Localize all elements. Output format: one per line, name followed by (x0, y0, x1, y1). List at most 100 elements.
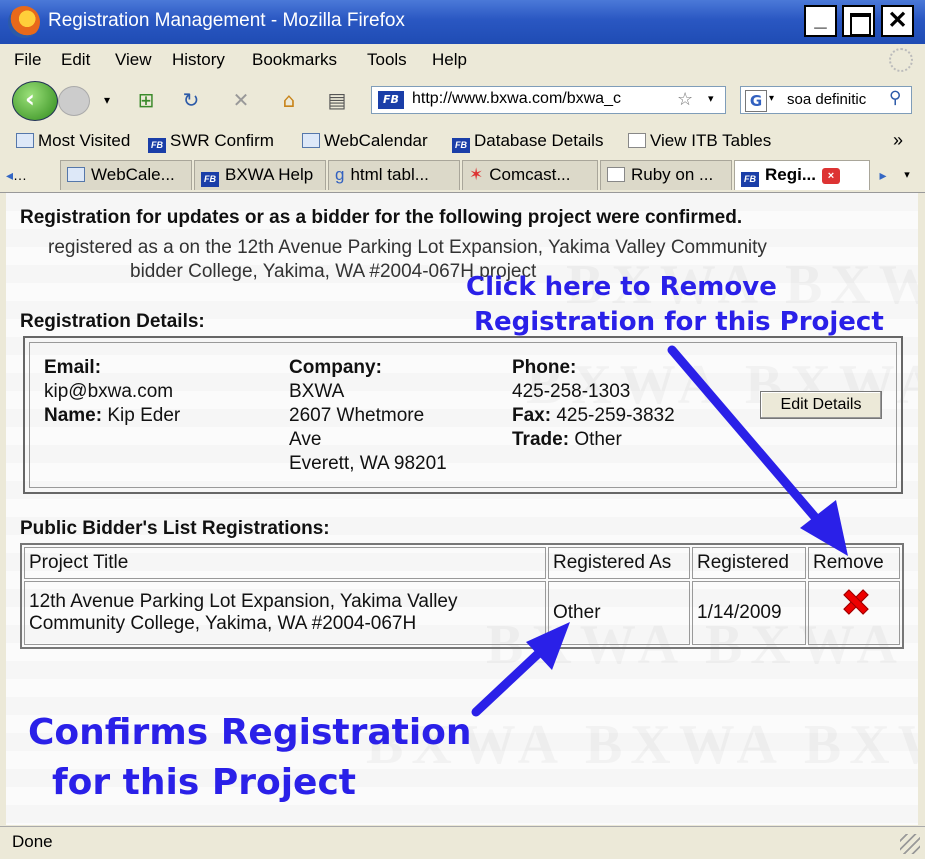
site-favicon-icon: FB (378, 91, 404, 109)
folder-icon (16, 133, 34, 148)
address-bar[interactable]: FB http://www.bxwa.com/bxwa_c ☆ ▾ (371, 86, 726, 114)
bookmark-webcalendar[interactable]: WebCalendar (302, 131, 428, 151)
tab-label: WebCale... (91, 165, 175, 184)
cell-project-title: 12th Avenue Parking Lot Expansion, Yakim… (24, 581, 546, 645)
search-engine-icon[interactable]: G (745, 90, 767, 112)
stop-icon[interactable]: ✕ (228, 88, 254, 112)
tab-scroll-left-icon[interactable]: ◂ (6, 167, 13, 183)
bookmark-label: Database Details (474, 131, 604, 150)
close-window-button[interactable]: ✕ (881, 5, 914, 37)
address-line2: Ave (289, 429, 322, 450)
label-text: Company: (289, 357, 382, 378)
bookmark-view-itb-tables[interactable]: View ITB Tables (628, 131, 771, 151)
new-tab-icon[interactable]: ⊞ (133, 88, 159, 112)
phone-label: Phone: (512, 357, 576, 379)
bookmark-most-visited[interactable]: Most Visited (16, 131, 130, 151)
home-icon[interactable]: ⌂ (276, 88, 302, 112)
tab-list-dropdown-icon[interactable]: ▾ (896, 160, 918, 190)
google-icon: g (335, 165, 345, 184)
tab-bar: ◂… WebCale... FB BXWA Help g html tabl... … (0, 158, 925, 193)
company-label: Company: (289, 357, 382, 379)
back-button[interactable]: ‹ (12, 81, 58, 121)
tab-scroll-right-icon[interactable]: ▸ (872, 160, 894, 190)
status-bar: Done (0, 826, 925, 859)
fb-favicon-icon: FB (452, 138, 470, 153)
page-heading: Registration for updates or as a bidder … (20, 207, 743, 228)
tab-close-icon[interactable]: × (822, 168, 841, 184)
phone-value: 425-258-1303 (512, 381, 631, 402)
tab-bxwa-help[interactable]: FB BXWA Help (194, 160, 326, 190)
fb-favicon-icon: FB (741, 172, 759, 187)
resize-grip-icon[interactable] (900, 834, 920, 854)
name-value: Kip Eder (107, 405, 181, 426)
menu-file[interactable]: File (14, 50, 41, 70)
browser-window: Registration Management - Mozilla Firefo… (0, 0, 925, 859)
fax-field: Fax: 425-259-3832 (512, 405, 675, 427)
tab-first[interactable]: ◂… (6, 160, 58, 190)
registration-details-label: Registration Details: (20, 311, 205, 332)
cell-registered-as: Other (548, 581, 690, 645)
search-engine-dropdown-icon[interactable]: ▾ (769, 93, 774, 104)
registrations-table: Project Title Registered As Registered R… (20, 543, 904, 649)
menu-edit[interactable]: Edit (61, 50, 90, 70)
label-text: Fax: (512, 405, 552, 426)
print-icon[interactable]: ▤ (324, 88, 350, 112)
comcast-icon: ✶ (469, 165, 484, 184)
label-text: Trade: (512, 429, 570, 450)
tab-comcast[interactable]: ✶ Comcast... (462, 160, 598, 190)
tab-registration[interactable]: FB Regi... × (734, 160, 870, 190)
tab-webcalendar[interactable]: WebCale... (60, 160, 192, 190)
bookmark-star-icon[interactable]: ☆ (677, 89, 693, 110)
forward-button[interactable] (58, 86, 90, 116)
search-bar[interactable]: G ▾ soa definitic ⚲ (740, 86, 912, 114)
fb-favicon-icon: FB (148, 138, 166, 153)
company-value: BXWA (289, 381, 345, 402)
menu-tools[interactable]: Tools (367, 50, 407, 70)
name-field: Name: Kip Eder (44, 405, 180, 427)
annotation-confirm-line1: Confirms Registration (28, 712, 472, 753)
throbber-icon (889, 48, 913, 72)
search-input[interactable]: soa definitic (787, 91, 887, 108)
bookmark-database-details[interactable]: FB Database Details (452, 131, 603, 153)
label-text: Name: (44, 405, 103, 426)
maximize-icon (850, 13, 871, 36)
edit-details-button[interactable]: Edit Details (760, 391, 882, 419)
url-dropdown-icon[interactable]: ▾ (708, 92, 714, 105)
reload-icon[interactable]: ↻ (178, 88, 204, 112)
menu-history[interactable]: History (172, 50, 225, 70)
maximize-button[interactable] (842, 5, 875, 37)
minimize-button[interactable]: _ (804, 5, 837, 37)
header-remove: Remove (808, 547, 900, 579)
bookmark-label: SWR Confirm (170, 131, 274, 150)
page-icon (607, 167, 625, 182)
bookmarks-overflow-button[interactable]: » (893, 130, 903, 151)
confirmation-text-line1: registered as a on the 12th Avenue Parki… (48, 237, 767, 258)
tab-ruby-on[interactable]: Ruby on ... (600, 160, 732, 190)
url-text[interactable]: http://www.bxwa.com/bxwa_c (412, 90, 672, 108)
firefox-logo-icon (8, 6, 40, 38)
annotation-remove-line1: Click here to Remove (466, 272, 777, 302)
history-dropdown-icon[interactable]: ▾ (94, 88, 120, 112)
title-bar: Registration Management - Mozilla Firefo… (0, 0, 925, 44)
menu-bar: File Edit View History Bookmarks Tools H… (0, 44, 925, 76)
remove-icon[interactable] (842, 590, 866, 612)
cell-remove (808, 581, 900, 645)
tab-html-tables[interactable]: g html tabl... (328, 160, 460, 190)
window-title: Registration Management - Mozilla Firefo… (48, 10, 405, 31)
back-arrow-icon: ‹ (25, 85, 35, 113)
tab-label: Comcast... (489, 165, 571, 184)
menu-bookmarks[interactable]: Bookmarks (252, 50, 337, 70)
tab-label: Regi... (765, 165, 817, 184)
search-icon[interactable]: ⚲ (889, 88, 901, 108)
cell-registered-date: 1/14/2009 (692, 581, 806, 645)
trade-value: Other (574, 429, 622, 450)
table-row: 12th Avenue Parking Lot Expansion, Yakim… (24, 581, 900, 645)
label-text: Phone: (512, 357, 577, 378)
bookmark-label: WebCalendar (324, 131, 428, 150)
email-label: Email: (44, 357, 101, 379)
tab-label: BXWA Help (225, 165, 314, 184)
email-value: kip@bxwa.com (44, 381, 174, 402)
menu-view[interactable]: View (115, 50, 152, 70)
menu-help[interactable]: Help (432, 50, 467, 70)
bookmark-swr-confirm[interactable]: FB SWR Confirm (148, 131, 274, 153)
